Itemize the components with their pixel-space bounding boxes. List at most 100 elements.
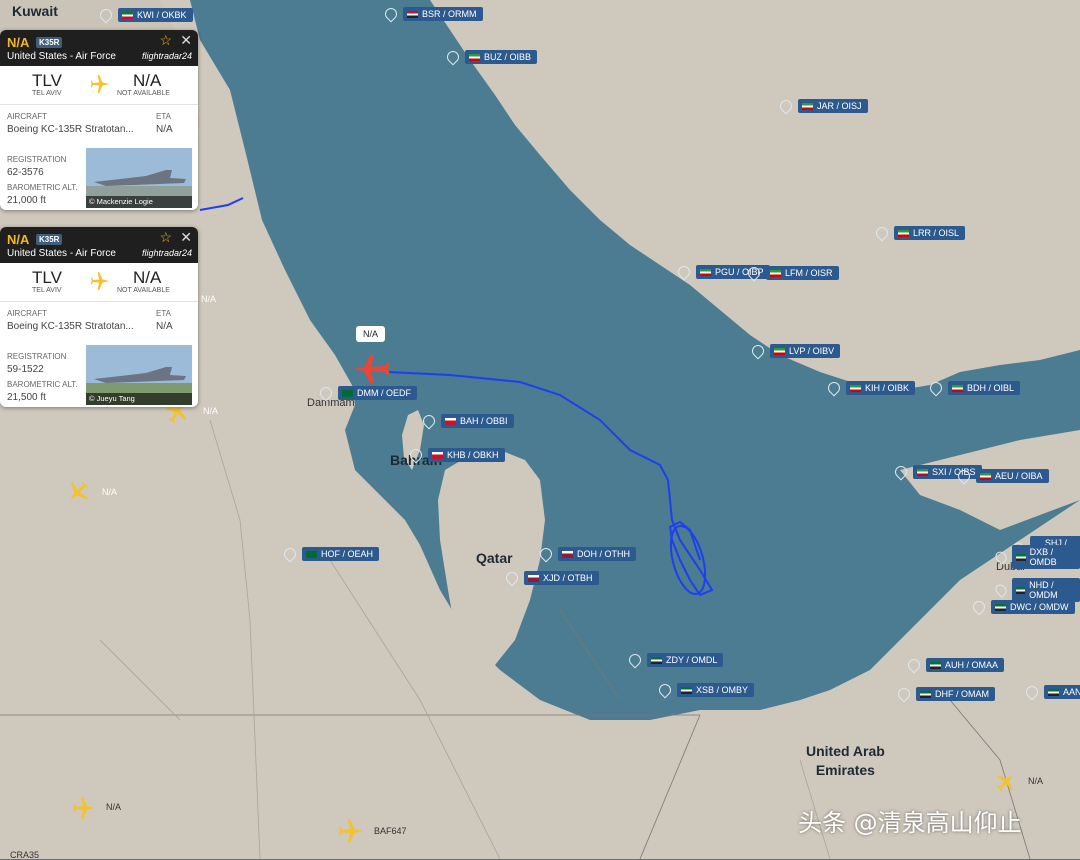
airport-tag[interactable]: KIH / OIBK <box>846 381 916 395</box>
airport-marker-bsr[interactable]: BSR / ORMM <box>382 5 483 23</box>
airport-marker-khb[interactable]: KHB / OBKH <box>407 446 505 464</box>
airport-tag[interactable]: XJD / OTBH <box>524 571 599 585</box>
airport-code: AEU / OIBA <box>995 471 1043 481</box>
airport-pin-icon <box>825 379 843 397</box>
airport-tag[interactable]: LFM / OISR <box>766 266 839 280</box>
airport-tag[interactable]: AAN <box>1044 685 1080 699</box>
airport-marker-nhd[interactable]: NHD / OMDM <box>993 578 1080 602</box>
watermark: 头条 @清泉高山仰止 <box>798 809 1022 837</box>
airport-tag[interactable]: AUH / OMAA <box>926 658 1005 672</box>
airport-pin-icon <box>895 685 913 703</box>
airport-marker-bah[interactable]: BAH / OBBI <box>420 412 514 430</box>
aircraft-label: AIRCRAFT <box>7 309 47 318</box>
airport-code: KIH / OIBK <box>865 383 910 393</box>
flag-icon <box>920 690 931 698</box>
aircraft-model: Boeing KC-135R Stratotan... <box>7 124 134 135</box>
flag-icon <box>432 451 443 459</box>
aircraft-icon-6[interactable] <box>338 818 364 849</box>
star-icon[interactable]: ☆ <box>159 229 172 246</box>
airport-tag[interactable]: BAH / OBBI <box>441 414 514 428</box>
airport-marker-dhf[interactable]: DHF / OMAM <box>895 685 995 703</box>
aircraft-icon-3[interactable] <box>66 480 90 509</box>
aircraft-label-3: N/A <box>102 487 118 497</box>
airport-pin-icon <box>749 342 767 360</box>
operator: United States - Air Force <box>7 248 116 259</box>
airport-marker-dxb[interactable]: DXB / OMDB <box>993 545 1080 569</box>
airport-tag[interactable]: XSB / OMBY <box>677 683 755 697</box>
flag-icon <box>407 10 418 18</box>
airport-marker-lfm[interactable]: LFM / OISR <box>745 264 839 282</box>
country-label-kuwait: Kuwait <box>12 3 58 19</box>
brand-logo: flightradar24 <box>141 248 192 258</box>
airport-code: DWC / OMDW <box>1010 602 1069 612</box>
airport-marker-buz[interactable]: BUZ / OIBB <box>444 48 538 66</box>
selected-aircraft-callout: N/A <box>356 326 386 342</box>
airport-marker-doh[interactable]: DOH / OTHH <box>537 545 636 563</box>
aircraft-label-5: N/A <box>1028 776 1044 786</box>
airport-marker-jar[interactable]: JAR / OISJ <box>777 97 868 115</box>
close-icon[interactable]: ✕ <box>180 32 192 49</box>
airport-marker-dwc[interactable]: DWC / OMDW <box>970 598 1075 616</box>
airport-tag[interactable]: BUZ / OIBB <box>465 50 538 64</box>
flag-icon <box>770 269 781 277</box>
airport-code: KHB / OBKH <box>447 450 499 460</box>
airport-code: AUH / OMAA <box>945 660 999 670</box>
airport-marker-kih[interactable]: KIH / OIBK <box>825 379 916 397</box>
airport-pin-icon <box>626 651 644 669</box>
airport-tag[interactable]: KWI / OKBK <box>118 8 193 22</box>
airport-tag[interactable]: BDH / OIBL <box>948 381 1021 395</box>
airport-tag[interactable]: LVP / OIBV <box>770 344 841 358</box>
airport-marker-aan[interactable]: AAN <box>1023 683 1080 701</box>
plane-route-icon <box>90 271 110 296</box>
airport-marker-lrr[interactable]: LRR / OISL <box>873 224 966 242</box>
aircraft-label-2: N/A <box>201 294 217 304</box>
airport-tag[interactable]: ZDY / OMDL <box>647 653 724 667</box>
airport-marker-zdy[interactable]: ZDY / OMDL <box>626 651 724 669</box>
airport-marker-auh[interactable]: AUH / OMAA <box>905 656 1005 674</box>
flight-info-card[interactable]: N/A K35R United States - Air Force fligh… <box>0 30 198 210</box>
star-icon[interactable]: ☆ <box>159 32 172 49</box>
airport-marker-kwi[interactable]: KWI / OKBK <box>97 6 193 24</box>
airport-pin-icon <box>281 545 299 563</box>
airport-tag[interactable]: DOH / OTHH <box>558 547 636 561</box>
airport-code: BAH / OBBI <box>460 416 508 426</box>
airport-marker-xsb[interactable]: XSB / OMBY <box>656 681 755 699</box>
airport-pin-icon <box>905 656 923 674</box>
airport-marker-lvp[interactable]: LVP / OIBV <box>749 342 841 360</box>
selected-aircraft[interactable] <box>350 352 390 391</box>
flag-icon <box>306 550 317 558</box>
airport-marker-xjd[interactable]: XJD / OTBH <box>503 569 599 587</box>
airport-tag[interactable]: HOF / OEAH <box>302 547 380 561</box>
airport-marker-bdh[interactable]: BDH / OIBL <box>927 379 1021 397</box>
flight-info-card[interactable]: N/A K35R United States - Air Force fligh… <box>0 227 198 407</box>
airport-pin-icon <box>873 224 891 242</box>
airport-tag[interactable]: BSR / ORMM <box>403 7 483 21</box>
aircraft-type-badge: K35R <box>36 37 63 48</box>
callsign: N/A <box>7 35 30 50</box>
airport-tag[interactable]: DWC / OMDW <box>991 600 1075 614</box>
airport-tag[interactable]: LRR / OISL <box>894 226 966 240</box>
airport-marker-aeu[interactable]: AEU / OIBA <box>955 467 1049 485</box>
operator: United States - Air Force <box>7 51 116 62</box>
airport-marker-hof[interactable]: HOF / OEAH <box>281 545 380 563</box>
airport-code: LRR / OISL <box>913 228 960 238</box>
airport-code: LVP / OIBV <box>789 346 835 356</box>
airport-tag[interactable]: DXB / OMDB <box>1012 545 1080 569</box>
airport-tag[interactable]: JAR / OISJ <box>798 99 868 113</box>
brand-logo: flightradar24 <box>141 51 192 61</box>
flag-icon <box>651 656 662 664</box>
close-icon[interactable]: ✕ <box>180 229 192 246</box>
airport-pin-icon <box>382 5 400 23</box>
airport-code: ZDY / OMDL <box>666 655 718 665</box>
airport-code: XSB / OMBY <box>696 685 749 695</box>
airport-tag[interactable]: DHF / OMAM <box>916 687 995 701</box>
airport-tag[interactable]: KHB / OBKH <box>428 448 505 462</box>
destination-name: NOT AVAILABLE <box>117 287 170 294</box>
altitude-value: 21,500 ft <box>7 392 46 403</box>
aircraft-icon-4[interactable] <box>72 796 96 825</box>
destination-code: N/A <box>133 71 162 90</box>
airport-pin-icon <box>97 6 115 24</box>
airport-tag[interactable]: AEU / OIBA <box>976 469 1049 483</box>
aircraft-icon-5[interactable] <box>995 771 1017 798</box>
flag-icon <box>469 53 480 61</box>
